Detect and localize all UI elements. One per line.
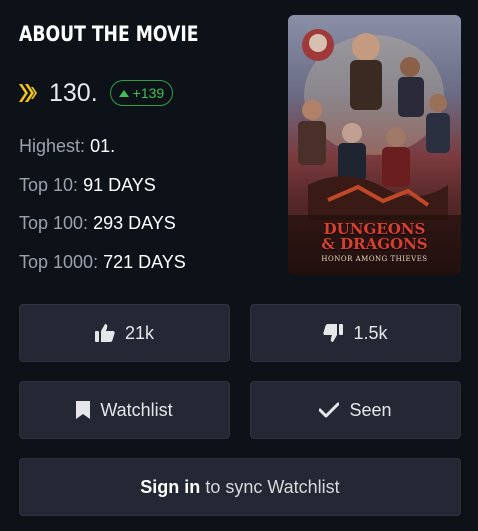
stat-label: Top 10: (19, 175, 79, 195)
checkmark-icon (319, 402, 340, 418)
watchlist-label: Watchlist (100, 399, 173, 420)
sign-in-sync-button[interactable]: Sign in to sync Watchlist (19, 458, 461, 516)
stat-value: 91 DAYS (83, 175, 156, 195)
movie-poster[interactable]: DUNGEONS & DRAGONS HONOR AMONG THIEVES (288, 15, 461, 275)
stat-value: 293 DAYS (93, 213, 176, 233)
stat-value: 01. (90, 136, 116, 156)
stat-highest: Highest: 01. (19, 136, 115, 157)
dislike-button[interactable]: 1.5k (250, 304, 461, 362)
poster-title: DUNGEONS & DRAGONS (321, 220, 428, 253)
rank-change-badge: +139 (109, 80, 174, 106)
arrow-up-icon (118, 89, 129, 97)
stat-value: 721 DAYS (103, 252, 186, 272)
stat-label: Top 1000: (19, 252, 99, 272)
poster-subtitle: HONOR AMONG THIEVES (321, 255, 428, 263)
rank-value: 130. (49, 78, 98, 107)
stat-label: Top 100: (19, 213, 89, 233)
rank-chevrons-icon (19, 84, 39, 102)
stat-top-1000: Top 1000: 721 DAYS (19, 252, 186, 273)
stat-label: Highest: (19, 136, 86, 156)
section-title: ABOUT THE MOVIE (19, 22, 199, 46)
thumbs-up-icon (94, 324, 115, 342)
rank-change-value: +139 (132, 85, 165, 101)
seen-label: Seen (349, 399, 392, 420)
stat-top-10: Top 10: 91 DAYS (19, 175, 156, 196)
watchlist-button[interactable]: Watchlist (19, 381, 230, 439)
rank-row: 130. +139 (19, 78, 174, 108)
like-count: 21k (124, 322, 155, 343)
seen-button[interactable]: Seen (250, 381, 461, 439)
like-button[interactable]: 21k (19, 304, 230, 362)
bookmark-icon (76, 401, 91, 419)
sync-watchlist-text: to sync Watchlist (205, 476, 340, 497)
thumbs-down-icon (323, 324, 344, 342)
dislike-count: 1.5k (353, 322, 388, 343)
stat-top-100: Top 100: 293 DAYS (19, 213, 176, 234)
sign-in-link[interactable]: Sign in (140, 477, 200, 498)
